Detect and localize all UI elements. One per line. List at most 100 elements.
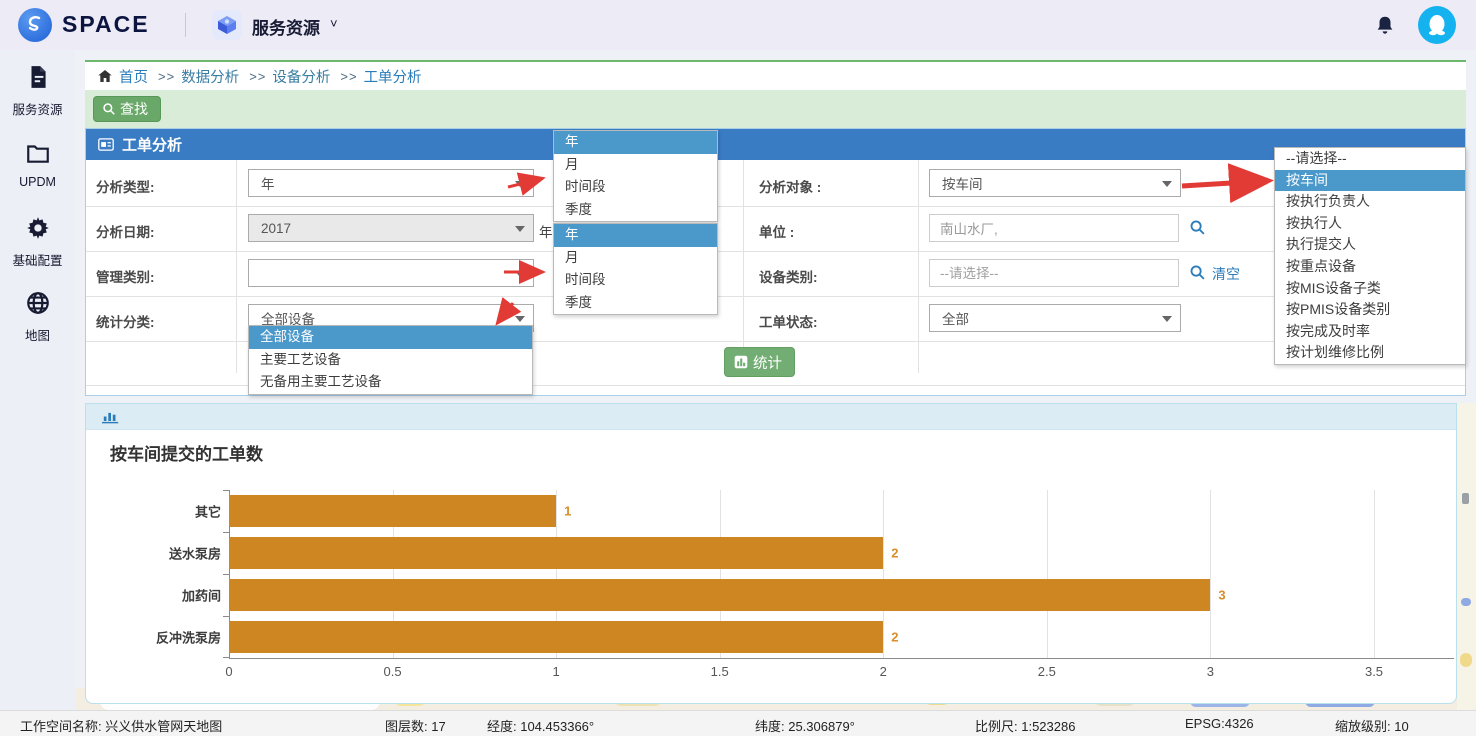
analysis-date-unit: 年 <box>539 221 553 241</box>
breadcrumb: 首页 >> 数据分析 >> 设备分析 >> 工单分析 <box>85 60 1466 90</box>
header-divider <box>185 13 186 37</box>
y-category-label: 送水泵房 <box>96 544 221 563</box>
gridline <box>1374 490 1375 658</box>
scrollbar-thumb[interactable] <box>1462 493 1469 504</box>
dropdown-option[interactable]: 按MIS设备子类 <box>1275 278 1465 300</box>
folder-icon <box>25 140 51 166</box>
x-tick-label: 1 <box>553 664 560 679</box>
dropdown-option[interactable]: 按重点设备 <box>1275 256 1465 278</box>
sidebar-item-updm[interactable]: UPDM <box>0 140 75 189</box>
dropdown-option[interactable]: 按完成及时率 <box>1275 321 1465 343</box>
device-clear-link[interactable]: 清空 <box>1212 264 1240 284</box>
x-tick-label: 3 <box>1207 664 1214 679</box>
dropdown-option[interactable]: 无备用主要工艺设备 <box>249 371 532 394</box>
dropdown-option[interactable]: 月 <box>554 247 717 270</box>
caret-down-icon <box>515 226 525 232</box>
left-sidebar: 服务资源 UPDM 基础配置 地图 <box>0 50 75 710</box>
panel-header: 工单分析 <box>86 129 1465 160</box>
breadcrumb-device-analysis[interactable]: 设备分析 <box>272 66 330 87</box>
chart-plot: 1232 <box>229 490 1374 658</box>
management-category-select[interactable] <box>248 259 534 287</box>
search-button[interactable]: 查找 <box>93 96 161 122</box>
sidebar-item-label: 地图 <box>0 325 75 344</box>
status-zoom-level: 缩放级别: 10 <box>1335 716 1409 735</box>
globe-icon <box>25 290 51 316</box>
chart-x-axis-labels: 00.511.522.533.5 <box>229 664 1374 684</box>
analysis-type-select[interactable]: 年 <box>248 169 534 197</box>
statistics-button-label: 统计 <box>753 352 782 373</box>
dropdown-option[interactable]: 主要工艺设备 <box>249 349 532 372</box>
unit-search-icon[interactable] <box>1189 219 1206 236</box>
chevron-down-icon[interactable]: ˅ <box>330 16 338 31</box>
statistics-button[interactable]: 统计 <box>724 347 795 377</box>
breadcrumb-home[interactable]: 首页 <box>119 66 148 87</box>
breadcrumb-data-analysis[interactable]: 数据分析 <box>181 66 239 87</box>
dropdown-option[interactable]: 按执行人 <box>1275 213 1465 235</box>
dropdown-option[interactable]: 按车间 <box>1275 170 1465 192</box>
bar-加药间 <box>229 579 1210 611</box>
breadcrumb-separator: >> <box>249 69 266 84</box>
bar-反冲洗泵房 <box>229 621 883 653</box>
workorder-status-label: 工单状态: <box>759 311 818 331</box>
search-toolbar: 查找 <box>85 90 1466 128</box>
caret-down-icon <box>515 271 525 277</box>
dropdown-option[interactable]: 执行提交人 <box>1275 234 1465 256</box>
unit-input[interactable] <box>929 214 1179 242</box>
analysis-object-select[interactable]: 按车间 <box>929 169 1181 197</box>
status-longitude: 经度: 104.453366° <box>487 716 594 735</box>
analysis-type-dropdown: 年月时间段季度 <box>553 130 718 222</box>
sidebar-item-map[interactable]: 地图 <box>0 290 75 344</box>
dropdown-option[interactable]: 时间段 <box>554 269 717 292</box>
analysis-date-select[interactable]: 2017 <box>248 214 534 242</box>
module-selector[interactable]: 服务资源 <box>252 14 320 39</box>
document-icon <box>25 64 51 90</box>
dropdown-option[interactable]: 年 <box>554 224 717 247</box>
status-workspace-name: 工作空间名称: 兴义供水管网天地图 <box>20 716 222 735</box>
breadcrumb-separator: >> <box>340 69 357 84</box>
sidebar-item-label: 基础配置 <box>0 250 75 269</box>
analysis-date-dropdown: 年月时间段季度 <box>553 223 718 315</box>
chart-title: 按车间提交的工单数 <box>110 440 263 465</box>
x-tick-label: 1.5 <box>711 664 729 679</box>
home-icon[interactable] <box>97 68 113 84</box>
dropdown-option[interactable]: 年 <box>554 131 717 154</box>
device-search-icon[interactable] <box>1189 264 1206 281</box>
sidebar-item-label: 服务资源 <box>0 99 75 118</box>
caret-down-icon <box>515 316 525 322</box>
bar-value-label: 3 <box>1218 588 1225 603</box>
sidebar-item-service-resources[interactable]: 服务资源 <box>0 64 75 118</box>
y-category-label: 其它 <box>96 502 221 521</box>
dropdown-option[interactable]: 季度 <box>554 292 717 315</box>
workorder-status-select[interactable]: 全部 <box>929 304 1181 332</box>
bar-chart-icon[interactable] <box>102 409 120 424</box>
sidebar-item-basic-config[interactable]: 基础配置 <box>0 215 75 269</box>
dropdown-option[interactable]: --请选择-- <box>1275 148 1465 170</box>
gear-icon <box>25 215 51 241</box>
dropdown-option[interactable]: 按执行负责人 <box>1275 191 1465 213</box>
dropdown-option[interactable]: 按PMIS设备类别 <box>1275 299 1465 321</box>
workorder-status-value: 全部 <box>942 308 969 328</box>
dropdown-option[interactable]: 时间段 <box>554 176 717 199</box>
y-category-label: 加药间 <box>96 586 221 605</box>
device-category-input[interactable] <box>929 259 1179 287</box>
statistic-category-dropdown: 全部设备主要工艺设备无备用主要工艺设备 <box>248 325 533 395</box>
management-category-label: 管理类别: <box>96 266 155 286</box>
dropdown-option[interactable]: 全部设备 <box>249 326 532 349</box>
bar-送水泵房 <box>229 537 883 569</box>
module-cube-icon <box>212 10 242 40</box>
status-latitude: 纬度: 25.306879° <box>755 716 855 735</box>
status-scale: 比例尺: 1:523286 <box>975 716 1075 735</box>
chart-x-axis <box>229 658 1454 659</box>
user-avatar[interactable] <box>1418 6 1456 44</box>
notification-bell-icon[interactable] <box>1374 14 1396 41</box>
dropdown-option[interactable]: 月 <box>554 154 717 177</box>
chart-panel: 按车间提交的工单数 其它送水泵房加药间反冲洗泵房 1232 00.511.522… <box>85 403 1457 704</box>
analysis-object-label: 分析对象 : <box>759 176 821 196</box>
breadcrumb-workorder-analysis[interactable]: 工单分析 <box>364 66 422 87</box>
statistic-category-label: 统计分类: <box>96 311 155 331</box>
dropdown-option[interactable]: 季度 <box>554 199 717 222</box>
dropdown-option[interactable]: 按计划维修比例 <box>1275 342 1465 364</box>
brand-name: SPACE <box>62 11 150 38</box>
x-tick-label: 0.5 <box>384 664 402 679</box>
gridline <box>1210 490 1211 658</box>
